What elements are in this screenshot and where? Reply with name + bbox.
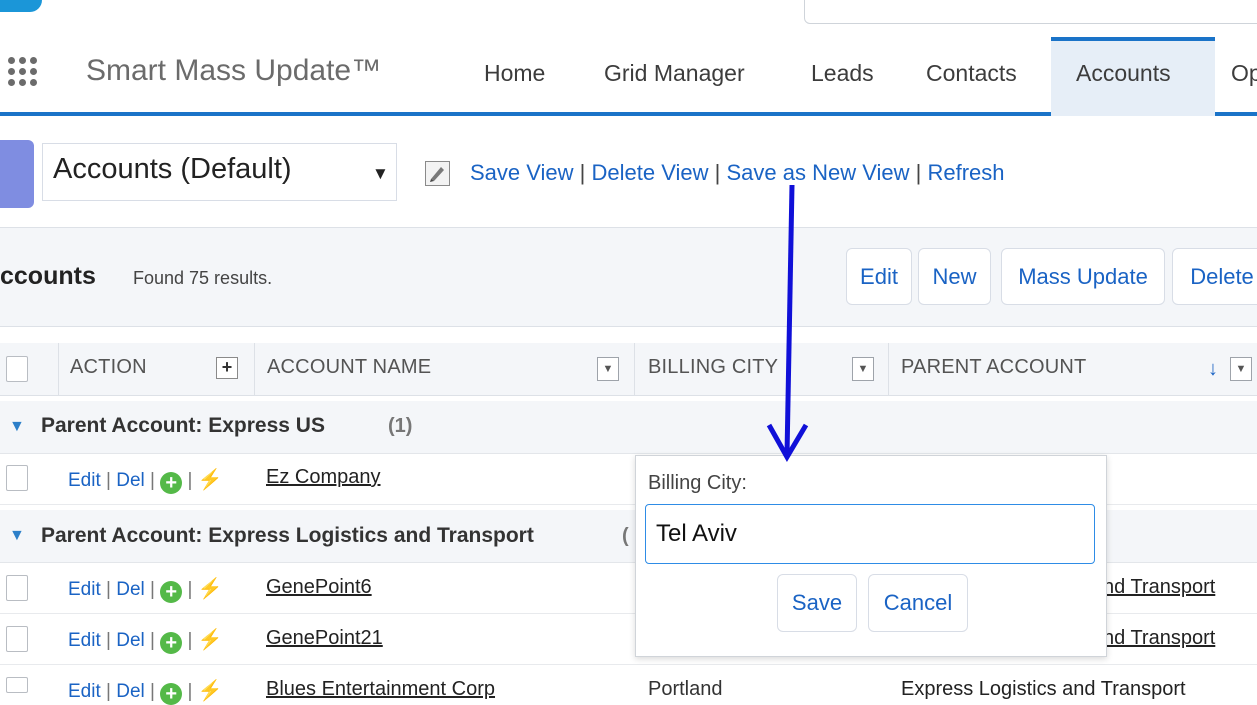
tab-grid-manager[interactable]: Grid Manager: [604, 60, 745, 87]
separator: |: [150, 681, 155, 702]
row-edit-link[interactable]: Edit: [68, 681, 101, 702]
app-name: Smart Mass Update™: [86, 54, 382, 87]
row-checkbox[interactable]: [6, 465, 28, 491]
separator: |: [150, 470, 155, 491]
row-edit-link[interactable]: Edit: [68, 630, 101, 651]
parent-account-link[interactable]: nd Transport: [1103, 576, 1215, 599]
separator: |: [106, 579, 111, 600]
column-divider: [254, 343, 255, 395]
column-header-account-name[interactable]: ACCOUNT NAME: [267, 356, 431, 379]
expand-triangle-icon[interactable]: ▼: [9, 527, 25, 545]
row-del-link[interactable]: Del: [116, 470, 145, 491]
mass-update-button[interactable]: Mass Update: [1001, 248, 1165, 305]
edit-button[interactable]: Edit: [846, 248, 912, 305]
tab-contacts[interactable]: Contacts: [926, 60, 1017, 87]
column-divider: [58, 343, 59, 395]
edit-view-icon[interactable]: [425, 161, 450, 186]
row-del-link[interactable]: Del: [116, 681, 145, 702]
parent-account-link[interactable]: Express Logistics and Transport: [901, 678, 1186, 701]
expand-triangle-icon[interactable]: ▼: [9, 418, 25, 436]
column-header-parent-account[interactable]: PARENT ACCOUNT: [901, 356, 1086, 379]
group-label: Parent Account: Express US: [41, 414, 325, 437]
group-label: Parent Account: Express Logistics and Tr…: [41, 524, 534, 547]
account-name-link[interactable]: GenePoint21: [266, 627, 383, 650]
account-name-link[interactable]: GenePoint6: [266, 576, 372, 599]
lightning-icon[interactable]: ⚡: [198, 576, 223, 601]
add-icon[interactable]: +: [160, 472, 183, 494]
row-del-link[interactable]: Del: [116, 630, 145, 651]
separator: |: [187, 579, 193, 600]
separator: |: [915, 160, 922, 185]
separator: |: [579, 160, 586, 185]
delete-button[interactable]: Delete: [1172, 248, 1257, 305]
result-count: Found 75 results.: [133, 268, 273, 288]
billing-city-cell[interactable]: Portland: [648, 678, 723, 701]
parent-account-menu-button[interactable]: ▼: [1230, 357, 1252, 381]
row-actions: Edit | Del | + | ⚡: [68, 576, 223, 603]
column-divider: [634, 343, 635, 395]
account-name-link[interactable]: Blues Entertainment Corp: [266, 678, 495, 701]
separator: |: [714, 160, 721, 185]
row-actions: Edit | Del | + | ⚡: [68, 627, 223, 654]
chevron-down-icon[interactable]: ▼: [372, 164, 389, 184]
save-button[interactable]: Save: [777, 574, 857, 632]
add-icon[interactable]: +: [160, 581, 183, 603]
tab-opportunities[interactable]: Op: [1231, 60, 1257, 87]
global-search-box[interactable]: [804, 0, 1257, 24]
salesforce-logo: [0, 0, 42, 12]
separator: |: [106, 470, 111, 491]
group-count: (: [622, 525, 629, 547]
row-del-link[interactable]: Del: [116, 579, 145, 600]
row-checkbox[interactable]: [6, 575, 28, 601]
row-actions: Edit | Del | + | ⚡: [68, 467, 223, 494]
separator: |: [106, 630, 111, 651]
row-checkbox[interactable]: [6, 677, 28, 693]
billing-city-field-label: Billing City:: [648, 472, 747, 494]
tab-home[interactable]: Home: [484, 60, 545, 87]
add-icon[interactable]: +: [160, 632, 183, 654]
selected-view-label: Accounts (Default): [53, 153, 292, 185]
row-edit-link[interactable]: Edit: [68, 470, 101, 491]
list-title: ccounts: [0, 262, 96, 290]
add-column-button[interactable]: +: [216, 357, 238, 379]
save-as-new-view-link[interactable]: Save as New View: [726, 160, 909, 185]
row-actions: Edit | Del | + | ⚡: [68, 678, 223, 705]
list-view-icon: [0, 140, 34, 208]
row-checkbox[interactable]: [6, 626, 28, 652]
separator: |: [150, 630, 155, 651]
save-view-link[interactable]: Save View: [470, 160, 574, 185]
lightning-icon[interactable]: ⚡: [198, 678, 223, 703]
view-actions: Save View | Delete View | Save as New Vi…: [470, 160, 1005, 186]
annotation-arrow-icon: [766, 185, 809, 462]
tab-leads[interactable]: Leads: [811, 60, 874, 87]
cancel-button[interactable]: Cancel: [868, 574, 968, 632]
select-all-checkbox[interactable]: [6, 356, 28, 382]
separator: |: [187, 681, 193, 702]
column-divider: [888, 343, 889, 395]
parent-account-link[interactable]: nd Transport: [1103, 627, 1215, 650]
lightning-icon[interactable]: ⚡: [198, 627, 223, 652]
account-name-menu-button[interactable]: ▼: [597, 357, 619, 381]
separator: |: [187, 470, 193, 491]
account-name-link[interactable]: Ez Company: [266, 466, 381, 489]
group-count: (1): [388, 415, 413, 437]
separator: |: [187, 630, 193, 651]
separator: |: [106, 681, 111, 702]
separator: |: [150, 579, 155, 600]
row-edit-link[interactable]: Edit: [68, 579, 101, 600]
tab-accounts[interactable]: Accounts: [1076, 60, 1171, 87]
column-header-billing-city[interactable]: BILLING CITY: [648, 356, 778, 379]
lightning-icon[interactable]: ⚡: [198, 467, 223, 492]
new-button[interactable]: New: [918, 248, 991, 305]
sort-arrow-icon[interactable]: ↓: [1208, 358, 1218, 381]
refresh-link[interactable]: Refresh: [927, 160, 1004, 185]
billing-city-input[interactable]: [645, 504, 1095, 564]
delete-view-link[interactable]: Delete View: [592, 160, 709, 185]
app-launcher-icon[interactable]: [8, 57, 44, 93]
billing-city-menu-button[interactable]: ▼: [852, 357, 874, 381]
add-icon[interactable]: +: [160, 683, 183, 705]
column-header-action: ACTION: [70, 356, 147, 378]
